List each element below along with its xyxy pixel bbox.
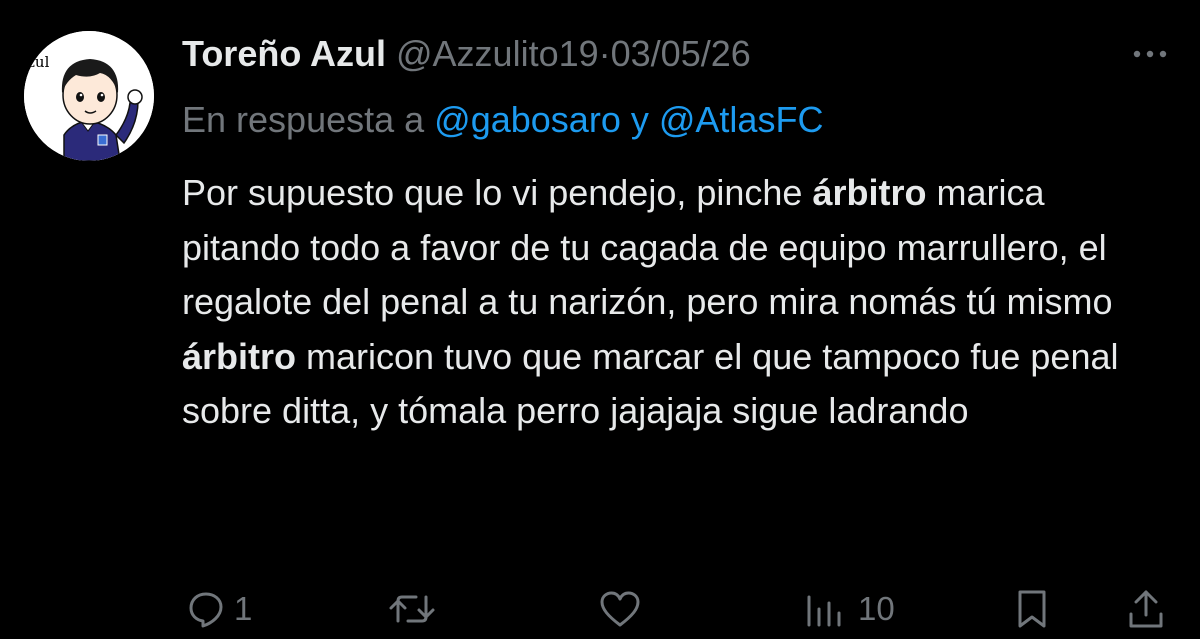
more-icon [1133,50,1167,58]
like-button[interactable] [598,584,650,634]
author-handle[interactable]: @Azzulito19 [396,33,599,74]
tweet-header: Toreño Azul @Azzulito19·03/05/26 [182,30,751,78]
tweet-text-bold: árbitro [182,335,297,377]
like-icon [600,591,640,627]
reply-conjunction: y [630,99,649,140]
header-separator: · [598,33,611,74]
more-options-button[interactable] [1128,34,1172,74]
reply-mention-atlasfc[interactable]: @AtlasFC [659,99,824,140]
tweet-text-part: Por supuesto que lo vi pendejo, pinche [182,172,813,213]
reply-context: En respuesta a @gabosaro y @AtlasFC [182,96,823,144]
reply-prefix: En respuesta a [182,99,425,140]
avatar-image: zul [24,31,154,161]
avatar-logo-text: zul [27,53,50,71]
views-count: 10 [858,590,895,627]
action-bar: 1 10 [182,584,1172,634]
reply-count: 1 [234,590,253,627]
views-icon [807,595,841,627]
tweet-text: Por supuesto que lo vi pendejo, pinche á… [182,166,1172,439]
repost-icon [389,595,435,623]
tweet-text-part: maricon tuvo que marcar el que tampoco f… [182,335,1119,432]
views-button[interactable]: 10 [804,584,895,634]
share-button[interactable] [1126,584,1166,634]
tweet-date[interactable]: 03/05/26 [611,33,751,74]
avatar[interactable]: zul [24,31,154,161]
bookmark-icon [1018,590,1046,628]
reply-button[interactable]: 1 [186,584,252,634]
tweet-text-bold: árbitro [812,172,927,213]
repost-button[interactable] [388,584,444,634]
reply-icon [189,592,223,628]
reply-mention-gabosaro[interactable]: @gabosaro [434,99,621,140]
share-icon [1129,590,1163,628]
author-name[interactable]: Toreño Azul [182,33,386,74]
bookmark-button[interactable] [1012,584,1052,634]
